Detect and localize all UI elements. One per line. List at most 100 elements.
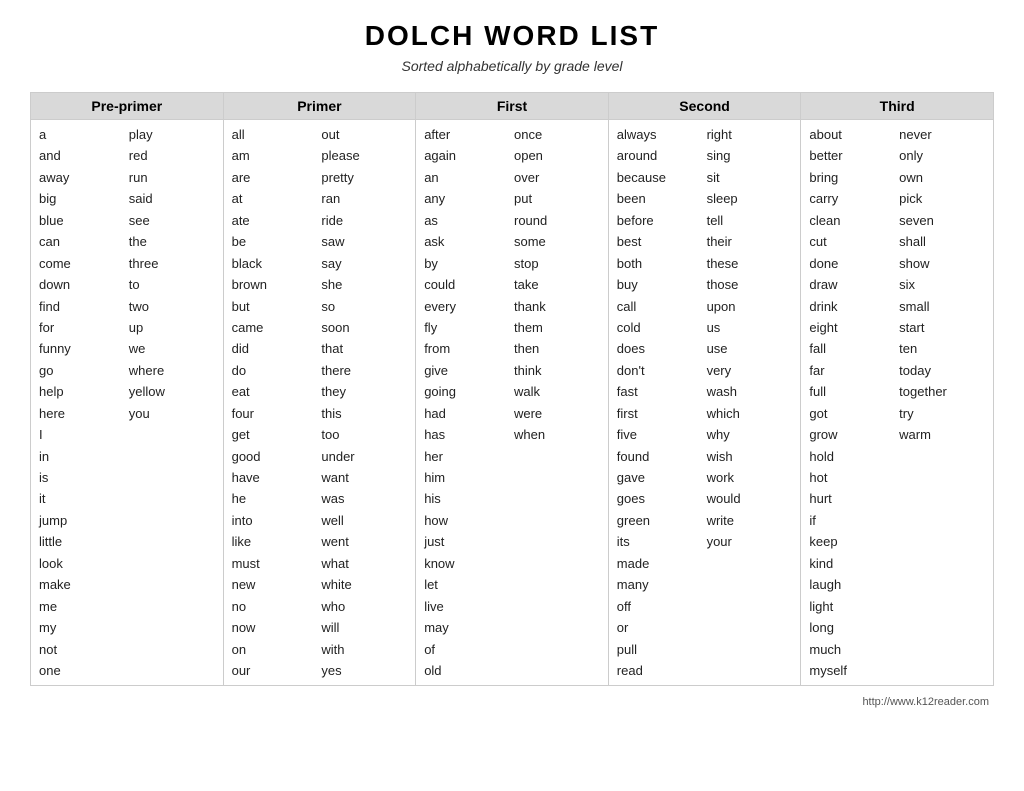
word-item: play	[127, 124, 217, 145]
grade-col-second: Secondalwaysaroundbecausebeenbeforebestb…	[609, 93, 802, 685]
grade-words-2: afteragainananyasaskbycouldeveryflyfromg…	[416, 120, 608, 685]
grade-words-1: allamareatatebeblackbrownbutcamediddoeat…	[224, 120, 416, 685]
word-item: them	[512, 317, 602, 338]
word-item: by	[422, 253, 512, 274]
word-item: black	[230, 253, 320, 274]
word-item: is	[37, 467, 127, 488]
word-item: work	[705, 467, 795, 488]
word-item: walk	[512, 381, 602, 402]
word-item: good	[230, 446, 320, 467]
word-item: one	[37, 660, 127, 681]
word-item: hold	[807, 446, 897, 467]
word-item: own	[897, 167, 987, 188]
word-item: white	[319, 574, 409, 595]
word-item: help	[37, 381, 127, 402]
word-item: wash	[705, 381, 795, 402]
word-item: around	[615, 145, 705, 166]
word-subcol-2-0: afteragainananyasaskbycouldeveryflyfromg…	[422, 124, 512, 681]
word-item: today	[897, 360, 987, 381]
word-item: so	[319, 296, 409, 317]
word-item: pick	[897, 188, 987, 209]
word-item: stop	[512, 253, 602, 274]
word-item: some	[512, 231, 602, 252]
word-item: could	[422, 274, 512, 295]
word-item: in	[37, 446, 127, 467]
word-item: tell	[705, 210, 795, 231]
word-item: live	[422, 596, 512, 617]
word-item: our	[230, 660, 320, 681]
word-item: sleep	[705, 188, 795, 209]
word-item: must	[230, 553, 320, 574]
word-item: like	[230, 531, 320, 552]
word-item: as	[422, 210, 512, 231]
word-item: ate	[230, 210, 320, 231]
grade-words-3: alwaysaroundbecausebeenbeforebestbothbuy…	[609, 120, 801, 685]
word-item: if	[807, 510, 897, 531]
word-item: cold	[615, 317, 705, 338]
word-item: use	[705, 338, 795, 359]
word-item: may	[422, 617, 512, 638]
word-subcol-1-1: outpleaseprettyranridesawsayshesosoontha…	[319, 124, 409, 681]
word-item: right	[705, 124, 795, 145]
word-item: sit	[705, 167, 795, 188]
word-item: two	[127, 296, 217, 317]
word-item: ten	[897, 338, 987, 359]
word-item: been	[615, 188, 705, 209]
word-item: you	[127, 403, 217, 424]
word-item: now	[230, 617, 320, 638]
word-item: give	[422, 360, 512, 381]
word-item: brown	[230, 274, 320, 295]
word-item: round	[512, 210, 602, 231]
word-item: came	[230, 317, 320, 338]
word-item: out	[319, 124, 409, 145]
word-item: don't	[615, 360, 705, 381]
word-item: about	[807, 124, 897, 145]
word-item: come	[37, 253, 127, 274]
word-list-table: Pre-primeraandawaybigbluecancomedownfind…	[30, 92, 994, 686]
footer-url: http://www.k12reader.com	[30, 696, 994, 708]
word-item: seven	[897, 210, 987, 231]
grade-words-0: aandawaybigbluecancomedownfindforfunnygo…	[31, 120, 223, 685]
word-item: am	[230, 145, 320, 166]
word-subcol-4-0: aboutbetterbringcarrycleancutdonedrawdri…	[807, 124, 897, 681]
word-item: sing	[705, 145, 795, 166]
word-item: or	[615, 617, 705, 638]
word-item: before	[615, 210, 705, 231]
grade-col-primer: Primerallamareatatebeblackbrownbutcamedi…	[224, 93, 417, 685]
word-item: there	[319, 360, 409, 381]
word-item: ran	[319, 188, 409, 209]
word-item: can	[37, 231, 127, 252]
word-subcol-3-0: alwaysaroundbecausebeenbeforebestbothbuy…	[615, 124, 705, 681]
word-item: drink	[807, 296, 897, 317]
word-item: of	[422, 639, 512, 660]
word-item: go	[37, 360, 127, 381]
word-item: here	[37, 403, 127, 424]
word-item: please	[319, 145, 409, 166]
word-item: after	[422, 124, 512, 145]
word-subcol-1-0: allamareatatebeblackbrownbutcamediddoeat…	[230, 124, 320, 681]
word-item: made	[615, 553, 705, 574]
word-item: he	[230, 488, 320, 509]
word-item: where	[127, 360, 217, 381]
word-item: grow	[807, 424, 897, 445]
word-item: has	[422, 424, 512, 445]
word-item: down	[37, 274, 127, 295]
word-item: blue	[37, 210, 127, 231]
word-item: and	[37, 145, 127, 166]
word-item: try	[897, 403, 987, 424]
word-item: never	[897, 124, 987, 145]
word-item: little	[37, 531, 127, 552]
word-item: for	[37, 317, 127, 338]
word-item: write	[705, 510, 795, 531]
word-item: goes	[615, 488, 705, 509]
word-item: then	[512, 338, 602, 359]
word-item: him	[422, 467, 512, 488]
word-item: under	[319, 446, 409, 467]
word-item: going	[422, 381, 512, 402]
word-item: yes	[319, 660, 409, 681]
word-item: kind	[807, 553, 897, 574]
word-item: on	[230, 639, 320, 660]
word-item: any	[422, 188, 512, 209]
word-item: buy	[615, 274, 705, 295]
word-item: bring	[807, 167, 897, 188]
